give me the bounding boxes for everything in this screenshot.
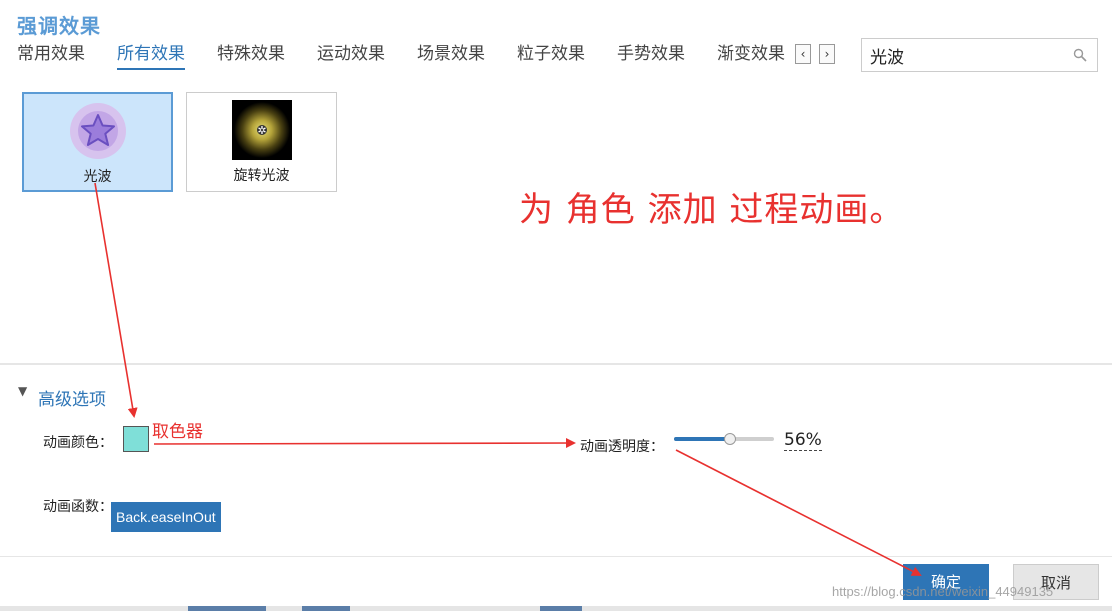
effect-label: 光波: [83, 169, 112, 185]
dialog-title: 强调效果: [17, 14, 101, 38]
opacity-slider[interactable]: [674, 433, 774, 445]
slider-handle[interactable]: [724, 433, 736, 445]
star-icon: [69, 103, 126, 159]
tabs-next-button[interactable]: ›: [819, 44, 835, 64]
chevron-left-icon: ‹: [800, 47, 806, 61]
divider: [0, 556, 1112, 557]
search-input[interactable]: [870, 43, 1065, 67]
color-swatch[interactable]: [123, 426, 149, 452]
divider: [0, 363, 1112, 365]
chevron-right-icon: ›: [824, 47, 830, 61]
slider-fill: [674, 437, 730, 441]
tab-gesture[interactable]: 手势效果: [617, 42, 685, 70]
opacity-label: 动画透明度：: [580, 439, 664, 455]
opacity-value[interactable]: 56%: [784, 430, 822, 451]
annotation-arrow-to-opacity: [153, 438, 576, 449]
tab-gradient[interactable]: 渐变效果: [717, 42, 785, 70]
tabs-prev-button[interactable]: ‹: [795, 44, 811, 64]
watermark: https://blog.csdn.net/weixin_44949135: [832, 584, 1054, 599]
svg-text:✲: ✲: [257, 124, 266, 137]
advanced-options-toggle[interactable]: 高级选项: [38, 385, 106, 410]
tab-scene[interactable]: 场景效果: [417, 42, 485, 70]
tab-all[interactable]: 所有效果: [117, 42, 185, 70]
search-box: [861, 38, 1098, 72]
bottom-strip: [0, 606, 1112, 611]
tab-motion[interactable]: 运动效果: [317, 42, 385, 70]
triangle-down-icon[interactable]: ▼: [18, 384, 27, 398]
effect-label: 旋转光波: [233, 168, 290, 184]
effect-tabs: 常用效果 所有效果 特殊效果 运动效果 场景效果 粒子效果 手势效果 渐变效果: [17, 42, 792, 72]
tab-common[interactable]: 常用效果: [17, 42, 85, 70]
effect-item-light-wave[interactable]: 光波: [22, 92, 173, 192]
annotation-headline: 为 角色 添加 过程动画。: [519, 190, 905, 230]
tab-particle[interactable]: 粒子效果: [517, 42, 585, 70]
tab-special[interactable]: 特殊效果: [217, 42, 285, 70]
annotation-arrow-to-color: [94, 182, 138, 418]
easing-label: 动画函数：: [43, 499, 113, 515]
annotation-color-picker: 取色器: [152, 422, 203, 442]
easing-select[interactable]: Back.easeInOut: [111, 502, 221, 532]
search-icon[interactable]: [1073, 48, 1087, 62]
effect-item-rotating-light-wave[interactable]: ✲ 旋转光波: [186, 92, 337, 192]
color-label: 动画颜色：: [43, 435, 113, 451]
glow-icon: ✲: [231, 100, 292, 160]
